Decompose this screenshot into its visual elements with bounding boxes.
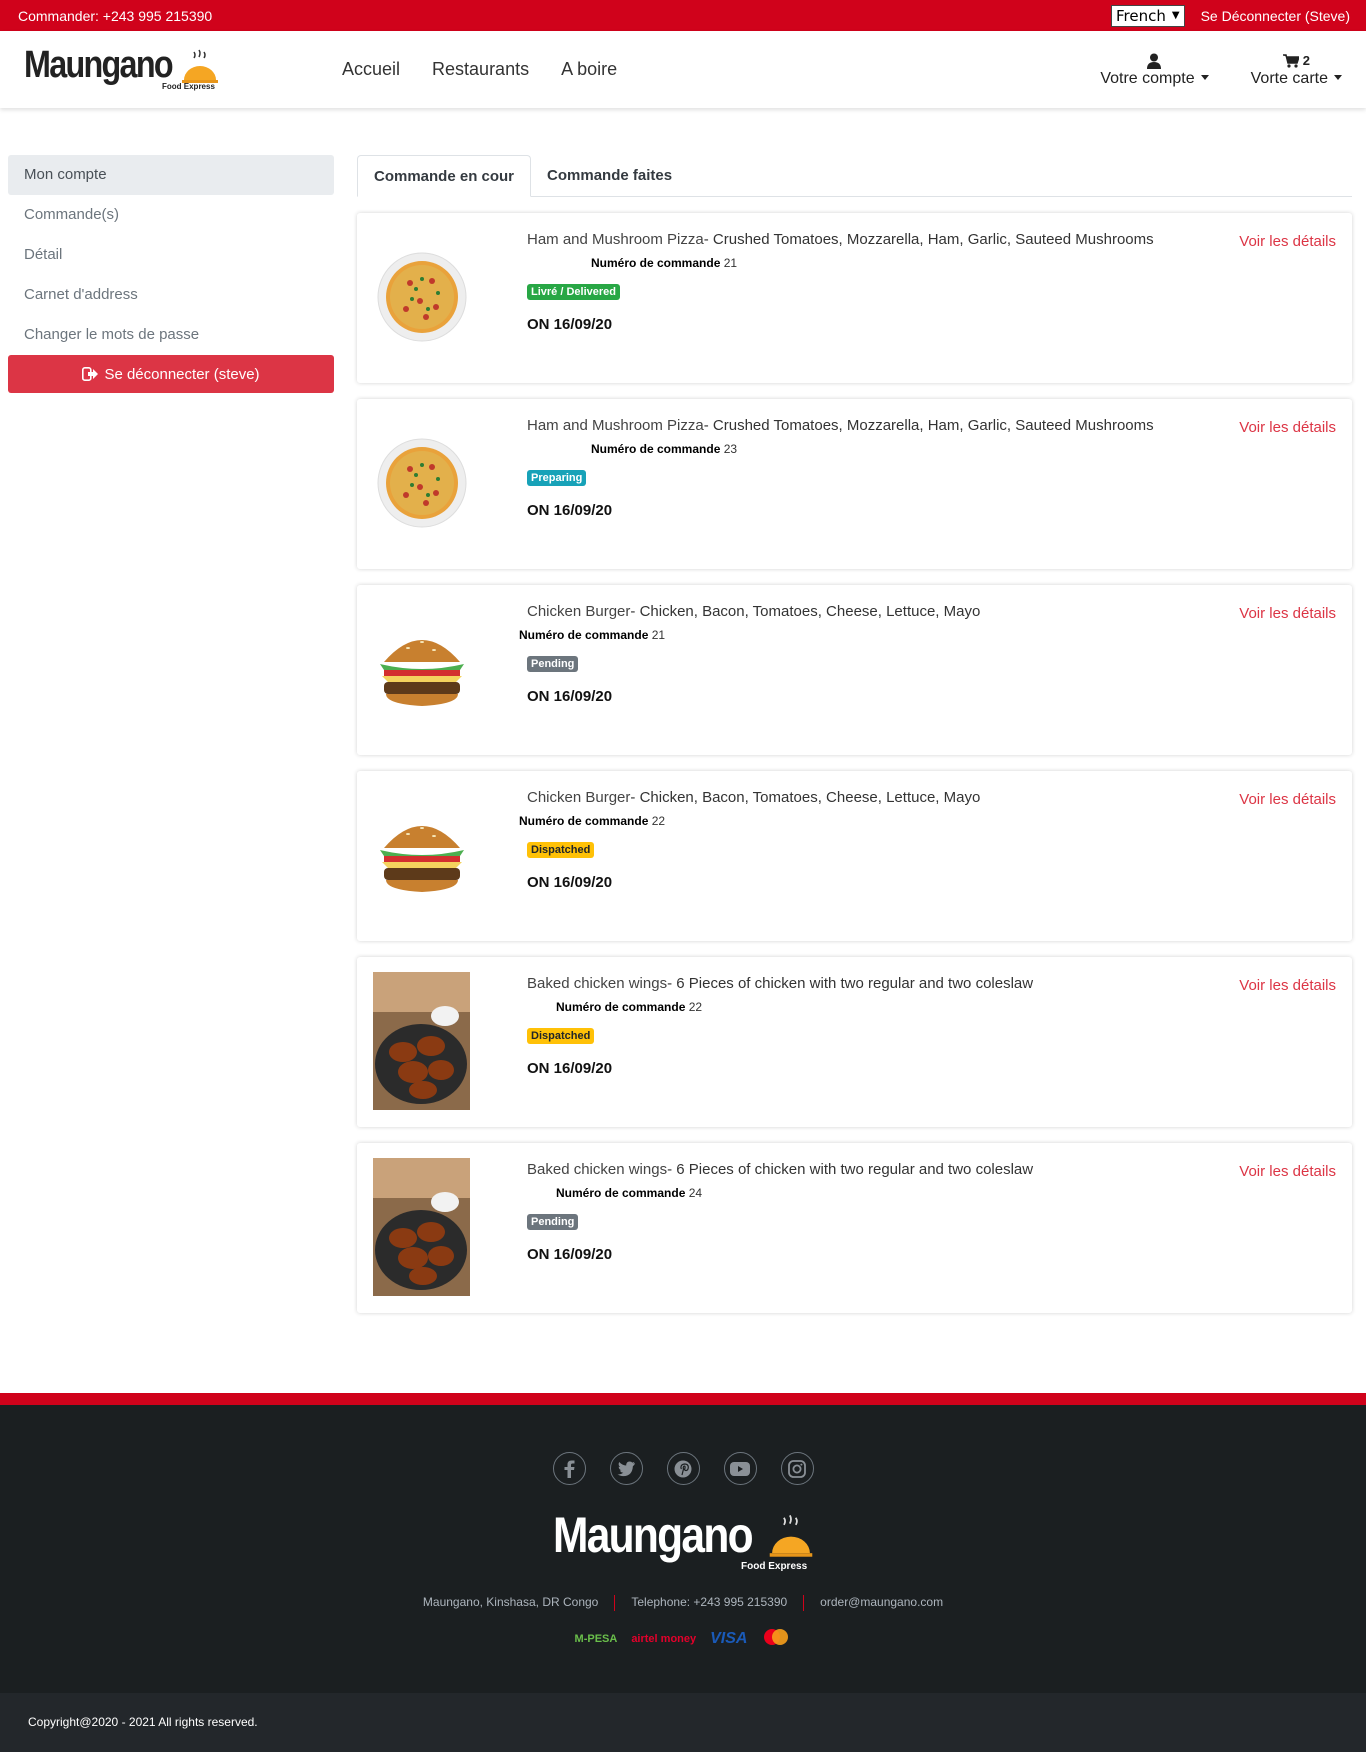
status-badge: Pending [527, 1214, 579, 1230]
sidebar-item-orders[interactable]: Commande(s) [8, 195, 334, 235]
tab-current-orders[interactable]: Commande en cour [357, 155, 532, 197]
burger-image [373, 786, 470, 924]
status-badge: Dispatched [527, 1028, 595, 1044]
main-nav: Accueil Restaurants A boire [342, 59, 617, 80]
tab-completed-orders[interactable]: Commande faites [531, 155, 688, 197]
language-select[interactable]: French ▼ [1111, 4, 1185, 27]
site-footer: Maungano Food Express Maungano, Kinshasa… [0, 1393, 1366, 1752]
cloche-icon [769, 1514, 813, 1557]
nav-drinks[interactable]: A boire [561, 59, 617, 80]
nav-home[interactable]: Accueil [342, 59, 400, 80]
site-logo[interactable]: Maungano Food Express [24, 42, 224, 98]
mastercard-logo [761, 1627, 791, 1650]
footer-logo: Maungano Food Express [553, 1505, 813, 1575]
order-date: ON 16/09/20 [527, 502, 613, 519]
cart-count: 2 [1302, 53, 1310, 68]
footer-phone: Telephone: +243 995 215390 [631, 1595, 788, 1609]
mpesa-logo: M-PESA [574, 1632, 618, 1645]
status-badge: Preparing [527, 470, 587, 486]
burger-image [373, 600, 470, 738]
user-icon [1147, 52, 1162, 70]
view-details-link[interactable]: Voir les détails [1239, 419, 1336, 436]
order-card: Ham and Mushroom Pizza- Crushed Tomatoes… [357, 213, 1352, 383]
order-list: Ham and Mushroom Pizza- Crushed Tomatoes… [357, 213, 1352, 1313]
instagram-icon[interactable] [780, 1452, 814, 1485]
order-tabs: Commande en cour Commande faites [357, 155, 1352, 197]
order-date: ON 16/09/20 [527, 874, 613, 891]
order-item-name: Baked chicken wings [527, 1161, 668, 1178]
order-item-description: Crushed Tomatoes, Mozzarella, Ham, Garli… [712, 231, 1154, 248]
visa-logo: VISA [710, 1629, 748, 1647]
order-date: ON 16/09/20 [527, 688, 613, 705]
pizza-image [373, 414, 470, 552]
order-item-name: Chicken Burger [527, 603, 631, 620]
sign-out-icon [82, 367, 99, 381]
top-logout-link[interactable]: Se Déconnecter (Steve) [1201, 8, 1350, 24]
order-date: ON 16/09/20 [527, 1060, 613, 1077]
orders-panel: Commande en cour Commande faites Ham and… [357, 155, 1352, 1329]
cart-icon [1282, 53, 1299, 68]
order-item-name: Chicken Burger [527, 789, 631, 806]
pinterest-icon[interactable] [666, 1452, 700, 1485]
top-bar: Commander: +243 995 215390 French ▼ Se D… [0, 0, 1366, 31]
sidebar-item-details[interactable]: Détail [8, 235, 334, 275]
order-item-description: Chicken, Bacon, Tomatoes, Cheese, Lettuc… [639, 789, 981, 806]
order-date: ON 16/09/20 [527, 316, 613, 333]
order-date: ON 16/09/20 [527, 1246, 613, 1263]
sidebar-item-address-book[interactable]: Carnet d'address [8, 275, 334, 315]
view-details-link[interactable]: Voir les détails [1239, 605, 1336, 622]
order-card: Baked chicken wings- 6 Pieces of chicken… [357, 957, 1352, 1127]
order-number: Numéro de commande 24 [556, 1186, 703, 1200]
order-item-name: Baked chicken wings [527, 975, 668, 992]
footer-divider [0, 1393, 1366, 1405]
cart-dropdown[interactable]: 2 Vorte carte [1251, 52, 1342, 88]
order-number: Numéro de commande 21 [591, 256, 738, 270]
wings-image [373, 1158, 470, 1296]
wings-image [373, 972, 470, 1110]
order-card: Chicken Burger- Chicken, Bacon, Tomatoes… [357, 585, 1352, 755]
order-item-description: Chicken, Bacon, Tomatoes, Cheese, Lettuc… [639, 603, 981, 620]
order-item-name: Ham and Mushroom Pizza [527, 231, 704, 248]
order-number: Numéro de commande 22 [519, 814, 666, 828]
copyright: Copyright@2020 - 2021 All rights reserve… [0, 1693, 1366, 1752]
order-item-description: Crushed Tomatoes, Mozzarella, Ham, Garli… [712, 417, 1154, 434]
order-card: Ham and Mushroom Pizza- Crushed Tomatoes… [357, 399, 1352, 569]
nav-restaurants[interactable]: Restaurants [432, 59, 529, 80]
view-details-link[interactable]: Voir les détails [1239, 977, 1336, 994]
youtube-icon[interactable] [723, 1452, 757, 1485]
sidebar-item-change-password[interactable]: Changer le mots de passe [8, 315, 334, 355]
footer-email[interactable]: order@maungano.com [804, 1595, 959, 1611]
view-details-link[interactable]: Voir les détails [1239, 1163, 1336, 1180]
payment-methods: M-PESA airtel money VISA [0, 1627, 1366, 1650]
twitter-icon[interactable] [609, 1452, 643, 1485]
logout-button[interactable]: Se déconnecter (steve) [8, 355, 334, 393]
view-details-link[interactable]: Voir les détails [1239, 791, 1336, 808]
main-header: Maungano Food Express Accueil Restaurant… [0, 31, 1366, 108]
status-badge: Livré / Delivered [527, 284, 620, 300]
order-number: Numéro de commande 23 [591, 442, 738, 456]
chevron-down-icon: ▼ [1171, 10, 1180, 21]
cloche-icon [182, 49, 218, 83]
footer-address: Maungano, Kinshasa, DR Congo [422, 1595, 599, 1609]
order-item-name: Ham and Mushroom Pizza [527, 417, 704, 434]
view-details-link[interactable]: Voir les détails [1239, 233, 1336, 250]
order-number: Numéro de commande 21 [519, 628, 666, 642]
airtel-money-logo: airtel money [631, 1632, 697, 1645]
status-badge: Pending [527, 656, 579, 672]
status-badge: Dispatched [527, 842, 595, 858]
facebook-icon[interactable] [552, 1452, 586, 1485]
order-number: Numéro de commande 22 [556, 1000, 703, 1014]
order-phone: Commander: +243 995 215390 [18, 7, 213, 24]
order-card: Chicken Burger- Chicken, Bacon, Tomatoes… [357, 771, 1352, 941]
pizza-image [373, 228, 470, 366]
social-links [0, 1452, 1366, 1485]
account-sidebar: Mon compte Commande(s) Détail Carnet d'a… [8, 155, 334, 393]
account-dropdown[interactable]: Votre compte [1100, 52, 1208, 88]
footer-contact: Maungano, Kinshasa, DR Congo Telephone: … [0, 1595, 1366, 1611]
sidebar-item-my-account[interactable]: Mon compte [8, 155, 334, 195]
order-card: Baked chicken wings- 6 Pieces of chicken… [357, 1143, 1352, 1313]
order-item-description: 6 Pieces of chicken with two regular and… [676, 1161, 1034, 1178]
order-item-description: 6 Pieces of chicken with two regular and… [676, 975, 1034, 992]
